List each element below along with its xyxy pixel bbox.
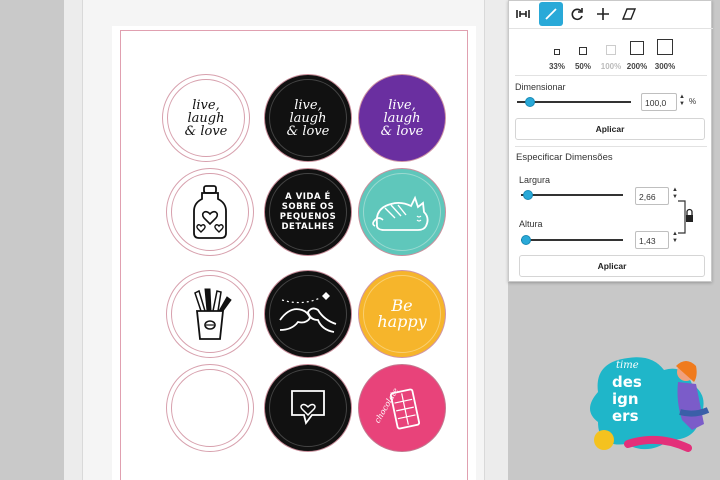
align-icon[interactable] bbox=[511, 2, 535, 26]
sticker-text: live, laugh & love bbox=[184, 97, 228, 139]
sticker-live-laugh-love-black[interactable]: live, laugh & love bbox=[264, 74, 352, 162]
transform-toolbar bbox=[509, 1, 713, 29]
sticker-be-happy[interactable]: Be happy bbox=[358, 270, 446, 358]
sticker-text: Be happy bbox=[377, 296, 427, 331]
logo-wordmark: des ign ers bbox=[612, 373, 642, 425]
specify-dimensions-label: Especificar Dimensões bbox=[516, 152, 613, 163]
makeup-brush-cup-icon bbox=[194, 288, 232, 340]
width-slider-track[interactable] bbox=[521, 194, 623, 196]
height-label: Altura bbox=[519, 219, 543, 229]
sticker-a-vida-e-sobre[interactable]: A VIDA É SOBRE OS PEQUENOS DETALHES bbox=[264, 168, 352, 256]
separator bbox=[515, 146, 707, 147]
sticker-blank[interactable] bbox=[166, 364, 254, 452]
aspect-lock-icon[interactable] bbox=[677, 199, 695, 235]
scale-icon[interactable] bbox=[539, 2, 563, 26]
height-slider-knob[interactable] bbox=[521, 235, 531, 245]
logo-tag: time bbox=[616, 360, 639, 371]
apply-resize-button[interactable]: Aplicar bbox=[515, 118, 705, 140]
rotate-icon[interactable] bbox=[565, 2, 589, 26]
transform-panel: 33% 50% 100% 200% 300% Dimensionar 100,0… bbox=[508, 0, 713, 282]
sticker-sleeping-cat[interactable] bbox=[358, 168, 446, 256]
sticker-live-laugh-love-purple[interactable]: live, laugh & love bbox=[358, 74, 446, 162]
left-gutter bbox=[0, 0, 64, 480]
sticker-chocolate[interactable]: chocolate bbox=[358, 364, 446, 452]
apply-dimensions-button[interactable]: Aplicar bbox=[519, 255, 705, 277]
sticker-text: A VIDA É SOBRE OS PEQUENOS DETALHES bbox=[279, 192, 337, 232]
height-value-input[interactable]: 1,43 bbox=[635, 231, 669, 249]
sticker-heart-speech[interactable] bbox=[264, 364, 352, 452]
sticker-pinky-promise[interactable] bbox=[264, 270, 352, 358]
resize-unit: % bbox=[689, 97, 697, 106]
resize-stepper[interactable]: ▲ ▼ bbox=[679, 94, 685, 108]
pinky-promise-hands-icon bbox=[279, 292, 337, 333]
heart-bottle-icon bbox=[193, 185, 227, 239]
sticker-bottle-hearts[interactable] bbox=[166, 168, 254, 256]
width-value-input[interactable]: 2,66 bbox=[635, 187, 669, 205]
zoom-300-button[interactable]: 300% bbox=[651, 37, 679, 71]
width-slider-knob[interactable] bbox=[523, 190, 533, 200]
resize-slider-knob[interactable] bbox=[525, 97, 535, 107]
time-designers-logo: time des ign ers bbox=[588, 352, 720, 468]
sticker-text: live, laugh & love bbox=[286, 97, 330, 139]
width-label: Largura bbox=[519, 175, 551, 185]
resize-label: Dimensionar bbox=[515, 82, 566, 92]
sticker-live-laugh-love-white[interactable]: live, laugh & love bbox=[162, 74, 250, 162]
sticker-text: live, laugh & love bbox=[380, 97, 424, 139]
move-icon[interactable] bbox=[591, 2, 615, 26]
separator bbox=[515, 75, 707, 76]
cat-icon bbox=[372, 195, 429, 231]
sticker-makeup-brushes[interactable] bbox=[166, 270, 254, 358]
designers-logo-blob-icon bbox=[590, 357, 710, 452]
height-slider-track[interactable] bbox=[521, 239, 623, 241]
skew-icon[interactable] bbox=[617, 2, 641, 26]
resize-value-input[interactable]: 100,0 bbox=[641, 93, 677, 111]
heart-speech-bubble-icon bbox=[291, 390, 325, 426]
